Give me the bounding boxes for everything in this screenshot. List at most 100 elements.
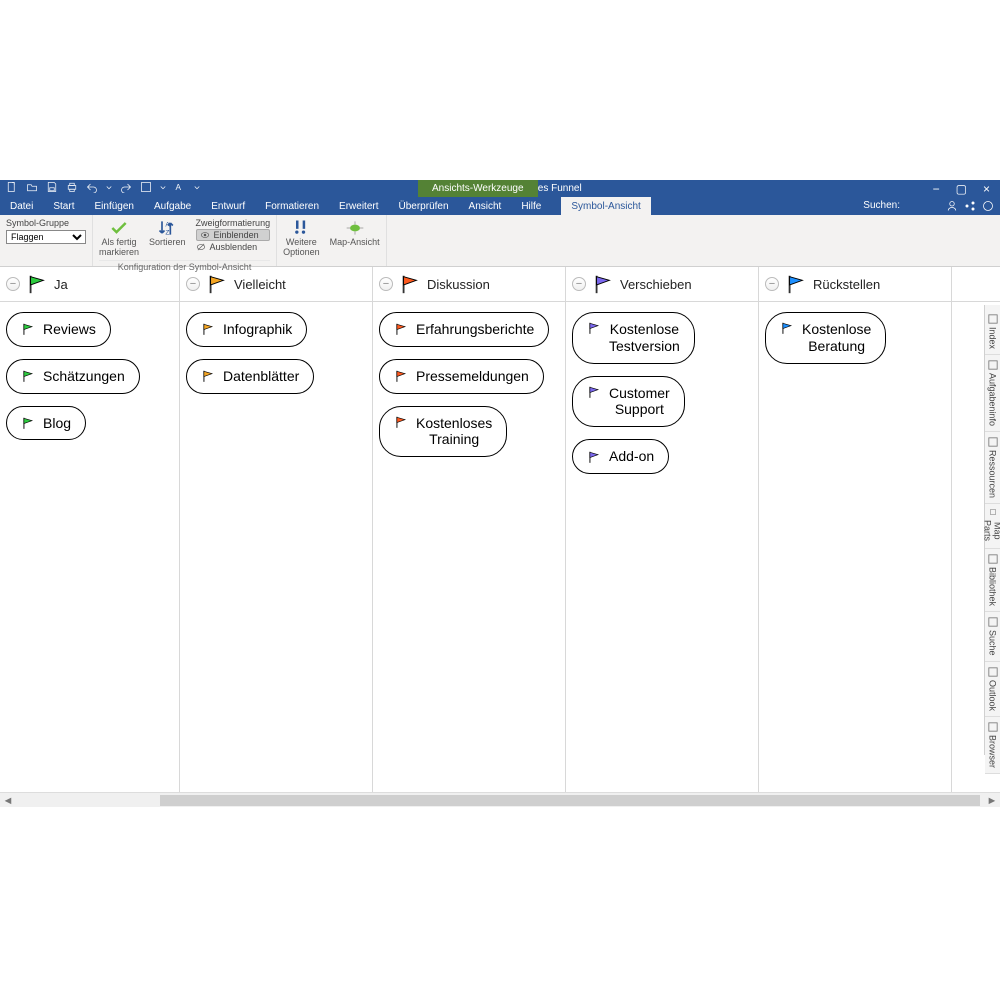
qat-caret-icon[interactable] bbox=[106, 183, 112, 194]
symbol-group-label: Symbol-Gruppe bbox=[6, 218, 86, 228]
card[interactable]: Schätzungen bbox=[6, 359, 140, 394]
user-icon[interactable] bbox=[946, 200, 958, 215]
collapse-icon[interactable]: − bbox=[379, 277, 393, 291]
collapse-icon[interactable]: − bbox=[186, 277, 200, 291]
undo-icon[interactable] bbox=[86, 181, 98, 196]
column-diskussion: Erfahrungsberichte Pressemeldungen Koste… bbox=[373, 302, 566, 792]
scroll-left-icon[interactable]: ◄ bbox=[0, 793, 16, 808]
side-tab-bibliothek[interactable]: Bibliothek bbox=[985, 549, 1000, 612]
flag-icon bbox=[399, 273, 421, 295]
card[interactable]: KostenloseBeratung bbox=[765, 312, 886, 364]
column-header-vielleicht[interactable]: − Vielleicht bbox=[180, 267, 373, 301]
flag-icon bbox=[201, 322, 215, 336]
horizontal-scrollbar[interactable]: ◄ ► bbox=[0, 792, 1000, 807]
help-icon[interactable] bbox=[982, 200, 994, 215]
flag-icon bbox=[587, 321, 601, 335]
card-label: Reviews bbox=[43, 321, 96, 338]
svg-text:A: A bbox=[176, 183, 182, 192]
column-rueckstellen: KostenloseBeratung bbox=[759, 302, 952, 792]
branch-format-label: Zweigformatierung bbox=[196, 218, 271, 228]
sort-button[interactable]: AZ Sortieren bbox=[149, 218, 186, 248]
side-tab-index[interactable]: Index bbox=[985, 309, 1000, 355]
redo-icon[interactable] bbox=[120, 181, 132, 196]
tab-formatieren[interactable]: Formatieren bbox=[255, 197, 329, 215]
side-tab-browser[interactable]: Browser bbox=[985, 717, 1000, 774]
more-options-button[interactable]: Weitere Optionen bbox=[283, 218, 320, 258]
minimize-button[interactable]: − bbox=[933, 183, 940, 195]
ribbon-group-options: Weitere Optionen Map-Ansicht bbox=[277, 215, 387, 266]
tab-entwurf[interactable]: Entwurf bbox=[201, 197, 255, 215]
search-label: Suchen: bbox=[863, 200, 900, 211]
mark-done-button[interactable]: Als fertig markieren bbox=[99, 218, 139, 258]
card[interactable]: Blog bbox=[6, 406, 86, 441]
tab-erweitert[interactable]: Erweitert bbox=[329, 197, 388, 215]
symbol-group-select[interactable]: Flaggen bbox=[6, 230, 86, 244]
column-header-diskussion[interactable]: − Diskussion bbox=[373, 267, 566, 301]
side-tab-suche[interactable]: Suche bbox=[985, 612, 1000, 662]
title-bar: A Mindjet MindManager · Sales Funnel Ans… bbox=[0, 180, 1000, 197]
column-header-rueckstellen[interactable]: − Rückstellen bbox=[759, 267, 952, 301]
card[interactable]: KostenloseTestversion bbox=[572, 312, 695, 364]
card[interactable]: Erfahrungsberichte bbox=[379, 312, 549, 347]
share-icon[interactable] bbox=[964, 200, 976, 215]
close-button[interactable]: × bbox=[983, 183, 990, 195]
column-header-verschieben[interactable]: − Verschieben bbox=[566, 267, 759, 301]
column-label: Diskussion bbox=[427, 277, 490, 292]
card-label: Infographik bbox=[223, 321, 292, 338]
quick-access-toolbar: A bbox=[0, 181, 206, 196]
scroll-thumb[interactable] bbox=[160, 795, 980, 806]
collapse-icon[interactable]: − bbox=[765, 277, 779, 291]
svg-text:Z: Z bbox=[166, 230, 170, 237]
show-button[interactable]: Einblenden bbox=[196, 229, 271, 241]
hide-button[interactable]: Ausblenden bbox=[196, 242, 271, 252]
card[interactable]: Reviews bbox=[6, 312, 111, 347]
card[interactable]: Add-on bbox=[572, 439, 669, 474]
task-icon[interactable] bbox=[140, 181, 152, 196]
new-file-icon[interactable] bbox=[6, 181, 18, 196]
flag-icon bbox=[26, 273, 48, 295]
collapse-icon[interactable]: − bbox=[572, 277, 586, 291]
qat-caret2-icon[interactable] bbox=[160, 183, 166, 194]
column-label: Vielleicht bbox=[234, 277, 286, 292]
card[interactable]: KostenlosesTraining bbox=[379, 406, 507, 458]
flag-icon bbox=[201, 369, 215, 383]
tab-hilfe[interactable]: Hilfe bbox=[511, 197, 551, 215]
side-tab-aufgabeninfo[interactable]: Aufgabeninfo bbox=[985, 355, 1000, 432]
flag-icon bbox=[394, 369, 408, 383]
maximize-button[interactable]: ▢ bbox=[956, 183, 967, 195]
tab-ansicht[interactable]: Ansicht bbox=[459, 197, 512, 215]
card[interactable]: Pressemeldungen bbox=[379, 359, 544, 394]
menu-bar: Datei Start Einfügen Aufgabe Entwurf For… bbox=[0, 197, 1000, 215]
save-icon[interactable] bbox=[46, 181, 58, 196]
card[interactable]: Infographik bbox=[186, 312, 307, 347]
card[interactable]: Datenblätter bbox=[186, 359, 314, 394]
tab-symbol-ansicht[interactable]: Symbol-Ansicht bbox=[561, 197, 650, 215]
open-icon[interactable] bbox=[26, 181, 38, 196]
scroll-right-icon[interactable]: ► bbox=[984, 793, 1000, 808]
font-icon[interactable]: A bbox=[174, 181, 186, 196]
tab-ueberpruefen[interactable]: Überprüfen bbox=[389, 197, 459, 215]
tab-aufgabe[interactable]: Aufgabe bbox=[144, 197, 201, 215]
map-view-button[interactable]: Map-Ansicht bbox=[330, 218, 380, 248]
tab-einfuegen[interactable]: Einfügen bbox=[84, 197, 143, 215]
card-label: Kostenlose bbox=[802, 321, 871, 338]
flag-icon bbox=[21, 369, 35, 383]
card[interactable]: CustomerSupport bbox=[572, 376, 685, 428]
flag-icon bbox=[780, 321, 794, 335]
column-ja: Reviews Schätzungen Blog bbox=[0, 302, 180, 792]
qat-more-icon[interactable] bbox=[194, 183, 200, 194]
tab-start[interactable]: Start bbox=[43, 197, 84, 215]
print-icon[interactable] bbox=[66, 181, 78, 196]
flag-icon bbox=[587, 450, 601, 464]
side-tab-outlook[interactable]: Outlook bbox=[985, 662, 1000, 717]
collapse-icon[interactable]: − bbox=[6, 277, 20, 291]
blank-top bbox=[0, 0, 1000, 180]
side-tab-ressourcen[interactable]: Ressourcen bbox=[985, 432, 1000, 504]
column-header-ja[interactable]: − Ja bbox=[0, 267, 180, 301]
side-tab-map-parts[interactable]: Map Parts bbox=[985, 504, 1000, 549]
card-label: Beratung bbox=[808, 338, 865, 355]
flag-icon bbox=[394, 415, 408, 429]
tab-datei[interactable]: Datei bbox=[0, 197, 43, 215]
card-label: Kostenloses bbox=[416, 415, 492, 432]
side-panel: IndexAufgabeninfoRessourcenMap PartsBibl… bbox=[984, 305, 1000, 755]
